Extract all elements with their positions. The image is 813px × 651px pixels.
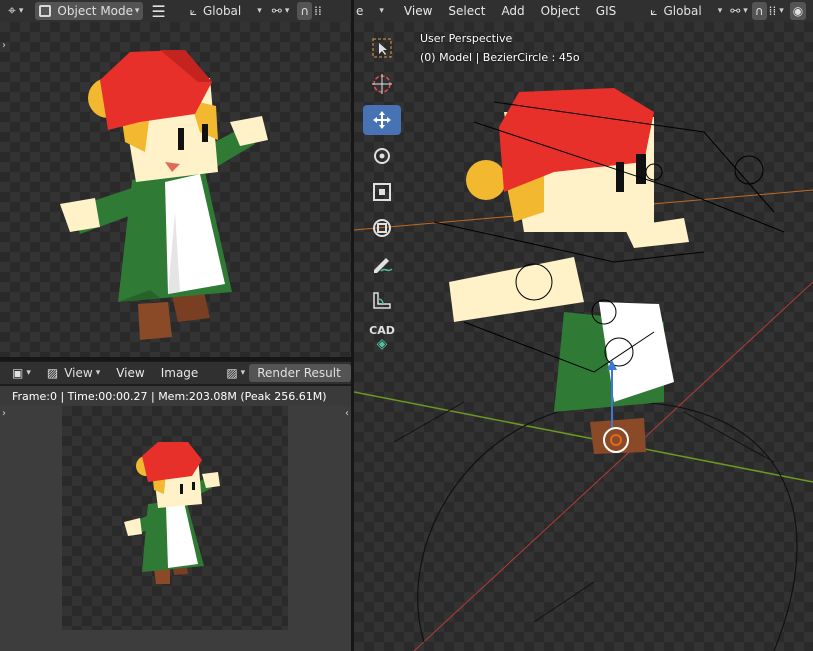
cursor-tool-button[interactable] — [363, 69, 401, 99]
snap-target-button[interactable]: ⁞⁞ — [312, 2, 324, 20]
chevron-down-icon: ▾ — [134, 6, 140, 16]
viewport-object-info: (0) Model | BezierCircle : 45o — [420, 51, 580, 64]
pixel-character-render — [124, 442, 220, 584]
orientation-icon: ⟀ — [189, 3, 197, 18]
mode-select[interactable]: Object Mode ▾ — [35, 2, 144, 20]
hamburger-icon: ☰ — [151, 1, 166, 21]
snap-grid-icon: ⁞⁞ — [314, 4, 322, 18]
image-view-mode-select[interactable]: ▨ View ▾ — [43, 364, 104, 382]
hamburger-menu-button[interactable]: ☰ — [147, 1, 169, 21]
chevron-down-icon: ▾ — [240, 368, 246, 378]
menu-select[interactable]: Select — [440, 4, 493, 18]
viewport-orientation-select[interactable]: ⟀ Global ▾ — [646, 2, 726, 20]
proportional-edit-icon: ◉ — [792, 4, 804, 18]
viewport-scene — [354, 88, 813, 651]
transform-tool-button[interactable] — [363, 213, 401, 243]
viewport-pivot-button[interactable]: ⚯ ▾ — [726, 2, 752, 20]
move-tool-button[interactable] — [363, 105, 401, 135]
expand-arrow-icon[interactable]: › — [2, 408, 6, 419]
measure-ruler-icon — [373, 292, 391, 309]
cursor-crosshair-icon — [372, 74, 392, 94]
chevron-down-icon: ▾ — [95, 368, 101, 378]
render-status-text: Frame:0 | Time:00:00.27 | Mem:203.08M (P… — [12, 390, 327, 403]
menu-object[interactable]: Object — [533, 4, 588, 18]
transform-orientation-select[interactable]: ⟀ Global ▾ — [186, 2, 266, 20]
image-browse-icon: ▨ — [226, 366, 238, 380]
scale-tool-button[interactable] — [363, 177, 401, 207]
annotate-pencil-icon — [374, 258, 393, 273]
view-mode-label: View — [64, 366, 93, 380]
viewport-perspective-label: User Perspective — [420, 32, 513, 45]
viewport-snap-target-button[interactable]: ⁞⁞ ▾ — [767, 2, 786, 20]
menu-add[interactable]: Add — [493, 4, 532, 18]
chevron-down-icon: ▾ — [717, 6, 723, 16]
transform-icon — [373, 219, 391, 237]
pivot-point-button[interactable]: ⚯ ▾ — [268, 2, 294, 20]
image-editor-icon: ▣ — [12, 366, 24, 380]
viewport-snap-toggle[interactable]: ∩ — [751, 2, 767, 20]
select-cursor-icon — [372, 38, 392, 58]
viewport-toolbar: CAD ◈ — [363, 33, 401, 361]
chevron-down-icon: ▾ — [743, 6, 748, 16]
rotate-icon — [374, 148, 390, 164]
rotate-tool-button[interactable] — [363, 141, 401, 171]
truncated-label: e — [356, 4, 364, 18]
chevron-down-icon: ▾ — [284, 6, 290, 16]
object-mode-icon — [39, 5, 52, 17]
character-preview-panel[interactable]: › — [0, 22, 351, 357]
proportional-edit-toggle[interactable]: ◉ — [789, 2, 807, 20]
pivot-icon: ⚯ — [730, 4, 741, 18]
cad-cube-icon: ◈ — [376, 336, 388, 352]
render-result-image — [62, 406, 288, 630]
image-name-label: Render Result — [257, 366, 341, 380]
image-editor-header: ▣ ▾ ▨ View ▾ View Image ▨ ▾ Render Result — [0, 362, 351, 384]
render-status-line: Frame:0 | Time:00:00.27 | Mem:203.08M (P… — [0, 386, 351, 406]
snap-grid-icon: ⁞⁞ — [768, 4, 777, 18]
measure-tool-button[interactable] — [363, 285, 401, 315]
menu-view[interactable]: View — [108, 366, 152, 380]
annotate-tool-button[interactable] — [363, 249, 401, 279]
menu-gis[interactable]: GIS — [588, 4, 624, 18]
truncated-header-item[interactable]: e ▾ — [354, 2, 386, 20]
image-editor-type-button[interactable]: ▣ ▾ — [8, 364, 35, 382]
magnet-icon: ∩ — [754, 4, 764, 18]
menu-image[interactable]: Image — [153, 366, 207, 380]
mode-label: Object Mode — [57, 4, 134, 18]
viewport-header: e ▾ View Select Add Object GIS ⟀ Global … — [354, 0, 813, 22]
3d-viewport[interactable]: User Perspective (0) Model | BezierCircl… — [354, 22, 813, 651]
move-arrows-icon — [373, 111, 391, 129]
scene-editor-icon: ⌖ — [8, 3, 16, 19]
cad-tool-button[interactable]: CAD ◈ — [363, 321, 401, 355]
orientation-label: Global — [202, 4, 242, 18]
editor-type-button[interactable]: ⌖ ▾ — [4, 2, 27, 20]
chevron-down-icon: ▾ — [257, 6, 262, 16]
orientation-label: Global — [663, 4, 702, 18]
panel-divider-horizontal[interactable] — [0, 357, 351, 361]
pivot-icon: ⚯ — [271, 4, 282, 18]
snap-toggle[interactable]: ∩ — [297, 2, 313, 20]
chevron-down-icon: ▾ — [18, 6, 24, 16]
image-name-field[interactable]: Render Result — [249, 364, 351, 382]
magnet-icon: ∩ — [300, 4, 310, 18]
chevron-down-icon: ▾ — [26, 368, 31, 378]
image-icon: ▨ — [46, 366, 59, 380]
chevron-down-icon: ▾ — [779, 6, 784, 16]
character-render — [60, 50, 268, 340]
chevron-down-icon: ▾ — [379, 6, 384, 16]
left-header: ⌖ ▾ Object Mode ▾ ☰ ⟀ Global ▾ ⚯ ▾ ∩ ⁞⁞ — [0, 0, 351, 22]
scale-icon — [373, 183, 391, 201]
collapse-arrow-icon[interactable]: ‹ — [345, 408, 349, 419]
image-editor-canvas[interactable]: › ‹ — [0, 406, 351, 651]
image-browse-button[interactable]: ▨ ▾ — [222, 364, 249, 382]
select-tool-button[interactable] — [363, 33, 401, 63]
orientation-icon: ⟀ — [650, 3, 658, 18]
menu-view[interactable]: View — [396, 4, 440, 18]
